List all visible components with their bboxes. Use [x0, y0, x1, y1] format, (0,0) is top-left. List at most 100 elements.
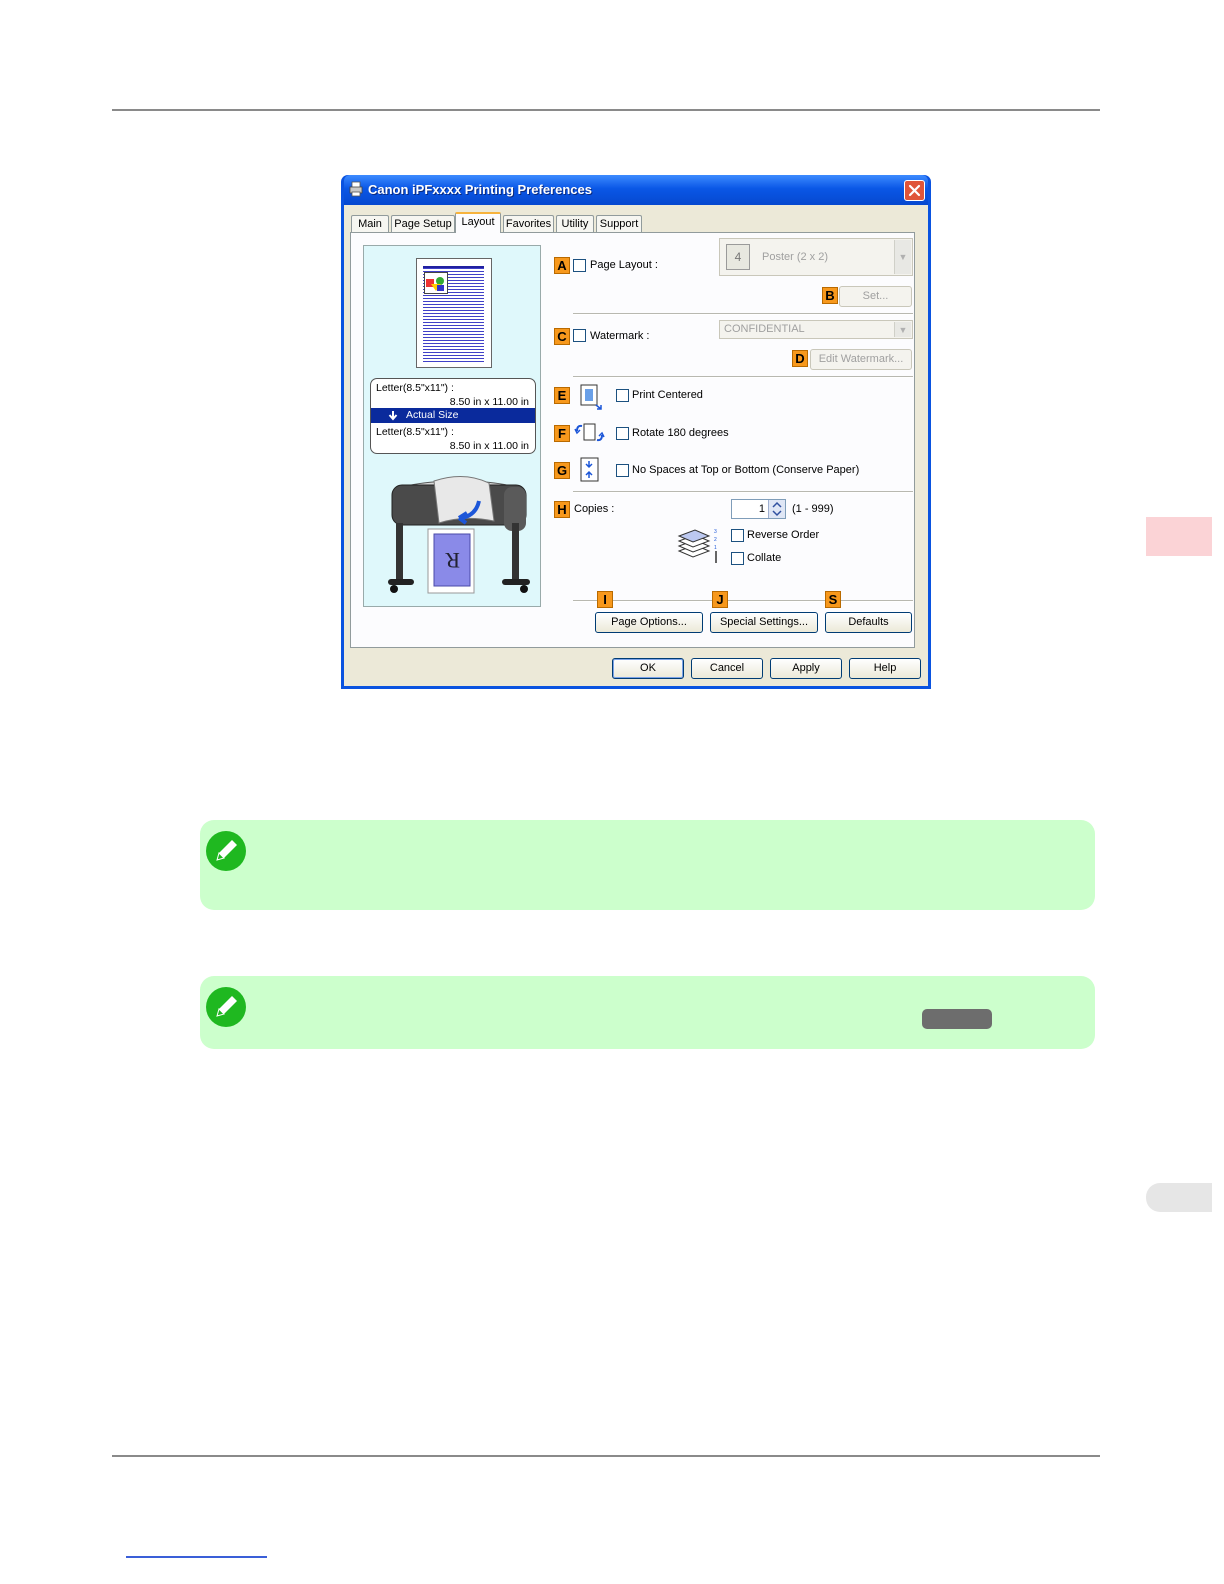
svg-text:3: 3 [714, 529, 717, 535]
help-button[interactable]: Help [849, 658, 921, 679]
chevron-down-icon: ▼ [894, 240, 911, 274]
rotate-180-label: Rotate 180 degrees [632, 427, 729, 439]
pencil-note-icon [206, 831, 246, 871]
section-side-tab[interactable] [1146, 1183, 1212, 1212]
tab-label: Utility [561, 218, 589, 230]
special-settings-button[interactable]: Special Settings... [710, 612, 818, 633]
page-options-label: Page Options... [611, 616, 687, 628]
tab-label: Favorites [505, 218, 552, 230]
copies-range: (1 - 999) [792, 503, 834, 515]
page-preview-thumbnail [416, 258, 492, 368]
reverse-order-checkbox[interactable] [731, 529, 744, 542]
close-button[interactable] [904, 180, 925, 201]
copies-label: Copies : [574, 503, 615, 515]
print-centered-checkbox[interactable] [616, 389, 629, 402]
collate-checkbox[interactable] [731, 552, 744, 565]
ok-button[interactable]: OK [612, 658, 684, 679]
defaults-button[interactable]: Defaults [825, 612, 912, 633]
svg-text:1: 1 [714, 545, 717, 551]
tab-layout[interactable]: Layout [455, 212, 501, 233]
note-box-1 [200, 820, 1095, 910]
top-rule [112, 109, 1100, 111]
badge-f: F [554, 425, 570, 442]
tab-label: Support [599, 218, 639, 230]
dialog-title: Canon iPFxxxx Printing Preferences [368, 182, 592, 197]
paper-size-info: Letter(8.5"x11") : 8.50 in x 11.00 in Ac… [370, 378, 536, 454]
dialog-client-area: Main Page Setup Layout Favorites Utility… [344, 205, 928, 686]
output-dimensions: 8.50 in x 11.00 in [449, 440, 529, 452]
tab-support[interactable]: Support [596, 215, 642, 232]
image-placeholder-icon [424, 272, 448, 294]
bottom-rule [112, 1455, 1100, 1457]
defaults-label: Defaults [848, 616, 889, 628]
badge-h: H [554, 501, 570, 518]
stacked-pages-icon: 3 2 1 [677, 529, 717, 563]
layout-tab-panel: Letter(8.5"x11") : 8.50 in x 11.00 in Ac… [350, 232, 915, 648]
no-spaces-checkbox[interactable] [616, 464, 629, 477]
close-icon [908, 184, 921, 197]
page-layout-select[interactable]: 4 Poster (2 x 2) ▼ [719, 238, 913, 276]
print-centered-label: Print Centered [632, 389, 703, 401]
edit-watermark-button[interactable]: Edit Watermark... [810, 349, 912, 370]
ok-label: OK [640, 662, 656, 674]
pencil-note-icon [206, 987, 246, 1027]
printer-app-icon [349, 181, 363, 197]
badge-a: A [554, 257, 570, 274]
no-spaces-label: No Spaces at Top or Bottom (Conserve Pap… [632, 464, 860, 476]
chapter-side-tab[interactable] [1146, 517, 1212, 556]
tab-main[interactable]: Main [351, 215, 389, 232]
cancel-button[interactable]: Cancel [691, 658, 763, 679]
spin-up-down-icon [772, 501, 782, 517]
page-layout-checkbox[interactable] [573, 259, 586, 272]
page-options-button[interactable]: Page Options... [595, 612, 703, 633]
output-size: Letter(8.5"x11") : [376, 426, 454, 438]
tab-label: Layout [461, 216, 495, 228]
badge-d: D [792, 350, 808, 367]
rotate-180-checkbox[interactable] [616, 427, 629, 440]
printing-preferences-dialog: Canon iPFxxxx Printing Preferences Main … [341, 175, 931, 689]
tab-favorites[interactable]: Favorites [503, 215, 554, 232]
watermark-select[interactable]: CONFIDENTIAL ▼ [719, 320, 913, 339]
tab-utility[interactable]: Utility [556, 215, 594, 232]
tab-label: Main [358, 218, 382, 230]
large-format-printer-icon: R [388, 476, 530, 594]
original-size: Letter(8.5"x11") : [376, 382, 454, 394]
svg-text:R: R [445, 548, 460, 573]
badge-c: C [554, 328, 570, 345]
rotate-icon [574, 423, 605, 442]
spin-buttons[interactable] [768, 500, 785, 518]
tab-label: Page Setup [394, 218, 452, 230]
page-layout-value: Poster (2 x 2) [762, 251, 829, 263]
cancel-label: Cancel [709, 662, 745, 674]
separator [573, 491, 913, 493]
layout-preview: Letter(8.5"x11") : 8.50 in x 11.00 in Ac… [363, 245, 541, 607]
separator [573, 600, 913, 602]
tab-page-setup[interactable]: Page Setup [391, 215, 455, 232]
badge-b: B [822, 287, 838, 304]
poster-icon-number: 4 [734, 250, 742, 264]
help-label: Help [873, 662, 897, 674]
reverse-order-label: Reverse Order [747, 529, 820, 541]
scaling-mode: Actual Size [406, 409, 459, 421]
copies-value: 1 [758, 503, 765, 515]
watermark-value: CONFIDENTIAL [724, 323, 805, 335]
edit-watermark-label: Edit Watermark... [818, 353, 904, 365]
reference-button[interactable] [922, 1009, 992, 1029]
set-button-label: Set... [862, 290, 889, 302]
badge-g: G [554, 462, 570, 479]
arrow-down-icon [388, 411, 398, 421]
title-bar[interactable]: Canon iPFxxxx Printing Preferences [344, 175, 928, 205]
separator [573, 376, 913, 378]
set-button[interactable]: Set... [839, 286, 912, 307]
separator [573, 313, 913, 315]
conserve-paper-icon [580, 457, 599, 482]
scaling-mode-row: Actual Size [371, 408, 535, 423]
collate-label: Collate [747, 552, 782, 564]
copies-stepper[interactable]: 1 [731, 499, 786, 519]
page-layout-label: Page Layout : [590, 259, 658, 271]
apply-label: Apply [792, 662, 820, 674]
svg-text:2: 2 [714, 537, 717, 543]
bottom-link-underline[interactable] [126, 1556, 267, 1558]
apply-button[interactable]: Apply [770, 658, 842, 679]
watermark-checkbox[interactable] [573, 329, 586, 342]
